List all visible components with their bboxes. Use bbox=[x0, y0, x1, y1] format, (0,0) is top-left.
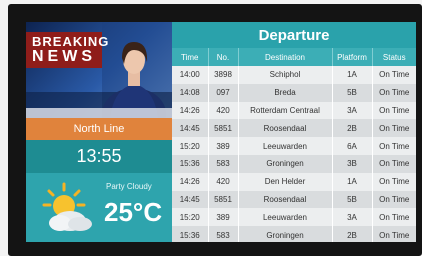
departure-board: Departure Time No. Destination Platform … bbox=[172, 22, 416, 242]
cell-platform: 5B bbox=[332, 83, 373, 102]
cell-destination: Breda bbox=[238, 83, 333, 102]
cell-status: On Time bbox=[372, 119, 416, 138]
header-number: No. bbox=[208, 48, 239, 66]
cell-number: 5851 bbox=[208, 190, 239, 209]
cell-status: On Time bbox=[372, 154, 416, 173]
cell-destination: Leeuwarden bbox=[238, 208, 333, 227]
cell-status: On Time bbox=[372, 137, 416, 155]
cell-destination: Den Helder bbox=[238, 172, 333, 191]
cell-time: 15:20 bbox=[172, 137, 209, 155]
current-time: 13:55 bbox=[76, 146, 122, 166]
news-label: NEWS bbox=[32, 48, 96, 65]
cell-platform: 3A bbox=[332, 101, 373, 120]
cell-platform: 6A bbox=[332, 137, 373, 155]
header-time: Time bbox=[172, 48, 209, 66]
cell-destination: Roosendaal bbox=[238, 119, 333, 138]
table-row: 14:45 5851 Roosendaal 2B On Time bbox=[172, 119, 416, 138]
header-status: Status bbox=[372, 48, 416, 66]
header-destination: Destination bbox=[238, 48, 333, 66]
breaking-label: BREAKING bbox=[32, 34, 110, 49]
cell-number: 3898 bbox=[208, 66, 239, 84]
cell-platform: 5B bbox=[332, 190, 373, 209]
cell-number: 420 bbox=[208, 172, 239, 191]
cell-time: 14:45 bbox=[172, 190, 209, 209]
cell-status: On Time bbox=[372, 172, 416, 191]
cell-number: 097 bbox=[208, 83, 239, 102]
cell-destination: Roosendaal bbox=[238, 190, 333, 209]
cell-time: 15:36 bbox=[172, 154, 209, 173]
cell-status: On Time bbox=[372, 66, 416, 84]
table-row: 15:36 583 Groningen 3B On Time bbox=[172, 154, 416, 173]
cell-time: 14:45 bbox=[172, 119, 209, 138]
weather-panel: Party Cloudy 25°C bbox=[26, 173, 172, 242]
cell-status: On Time bbox=[372, 190, 416, 209]
table-row: 15:20 389 Leeuwarden 6A On Time bbox=[172, 137, 416, 155]
cell-number: 420 bbox=[208, 101, 239, 120]
line-name-bar: North Line bbox=[26, 118, 172, 140]
table-row: 14:45 5851 Roosendaal 5B On Time bbox=[172, 190, 416, 209]
cell-status: On Time bbox=[372, 101, 416, 120]
departure-table: Time No. Destination Platform Status 14:… bbox=[172, 48, 416, 242]
cell-destination: Leeuwarden bbox=[238, 137, 333, 155]
cell-time: 14:08 bbox=[172, 83, 209, 102]
table-header-row: Time No. Destination Platform Status bbox=[172, 48, 416, 66]
table-row: 14:08 097 Breda 5B On Time bbox=[172, 83, 416, 102]
cell-destination: Groningen bbox=[238, 226, 333, 242]
table-row: 14:00 3898 Schiphol 1A On Time bbox=[172, 66, 416, 84]
cell-number: 583 bbox=[208, 154, 239, 173]
weather-temperature: 25°C bbox=[104, 197, 163, 227]
cell-platform: 2B bbox=[332, 119, 373, 138]
cell-platform: 1A bbox=[332, 172, 373, 191]
header-platform: Platform bbox=[332, 48, 373, 66]
clock-panel: 13:55 bbox=[26, 140, 172, 173]
cell-platform: 2B bbox=[332, 226, 373, 242]
board-title: Departure bbox=[172, 22, 416, 48]
line-name: North Line bbox=[73, 123, 125, 135]
cell-platform: 3A bbox=[332, 208, 373, 227]
partly-cloudy-icon bbox=[42, 182, 92, 231]
cell-destination: Groningen bbox=[238, 154, 333, 173]
cell-time: 15:36 bbox=[172, 226, 209, 242]
cell-status: On Time bbox=[372, 208, 416, 227]
cell-destination: Schiphol bbox=[238, 66, 333, 84]
table-row: 14:26 420 Den Helder 1A On Time bbox=[172, 172, 416, 191]
news-video-panel: BREAKING NEWS bbox=[26, 22, 172, 118]
cell-time: 15:20 bbox=[172, 208, 209, 227]
cell-time: 14:00 bbox=[172, 66, 209, 84]
cell-number: 389 bbox=[208, 137, 239, 155]
cell-platform: 1A bbox=[332, 66, 373, 84]
cell-platform: 3B bbox=[332, 154, 373, 173]
cell-number: 389 bbox=[208, 208, 239, 227]
cell-status: On Time bbox=[372, 226, 416, 242]
cell-time: 14:26 bbox=[172, 172, 209, 191]
cell-status: On Time bbox=[372, 83, 416, 102]
table-row: 15:20 389 Leeuwarden 3A On Time bbox=[172, 208, 416, 227]
table-row: 15:36 583 Groningen 2B On Time bbox=[172, 226, 416, 242]
departure-screen: BREAKING NEWS North Line 13:55 Party Clo… bbox=[26, 22, 416, 242]
weather-condition: Party Cloudy bbox=[106, 182, 152, 191]
cell-number: 5851 bbox=[208, 119, 239, 138]
table-row: 14:26 420 Rotterdam Centraal 3A On Time bbox=[172, 101, 416, 120]
cell-time: 14:26 bbox=[172, 101, 209, 120]
cell-number: 583 bbox=[208, 226, 239, 242]
cell-destination: Rotterdam Centraal bbox=[238, 101, 333, 120]
